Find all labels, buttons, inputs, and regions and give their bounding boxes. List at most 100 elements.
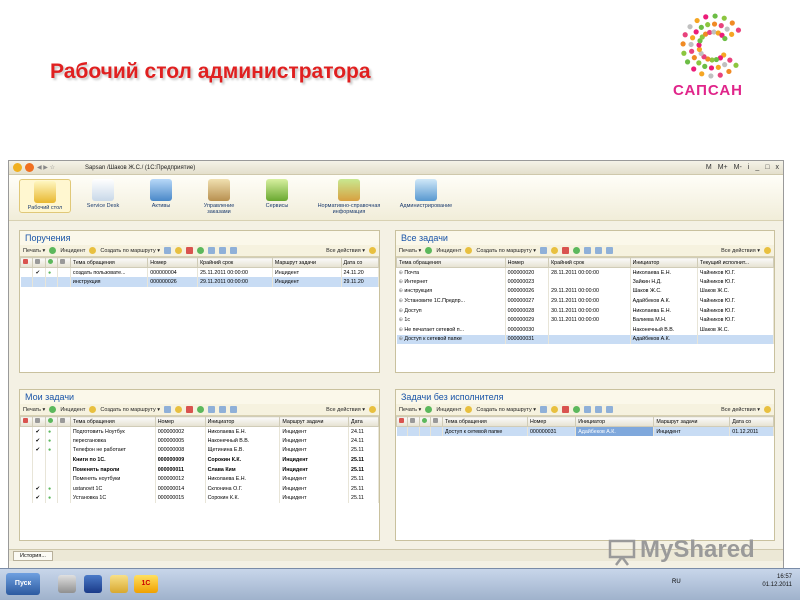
nav-arrows-icon[interactable]: ◀ ▶ ☆ (37, 164, 55, 171)
col-subject[interactable]: Тема обращения (441, 416, 528, 427)
col-number[interactable]: Номер (147, 257, 199, 268)
system-clock[interactable]: 16:57 01.12.2011 (762, 573, 792, 590)
table-row[interactable]: ✔ ● пересгановка 000000005 Наконечный В.В. Ин… (20, 436, 379, 446)
col-route[interactable]: Маршрут задачи (271, 257, 342, 268)
1c-app-icon[interactable]: 1С (134, 575, 158, 593)
table-row[interactable]: ⊕ Доступ 000000028 30.11.2011 00:00:00 Нико… (396, 305, 775, 316)
refresh-icon[interactable] (573, 406, 581, 413)
print-menu[interactable]: Печать ▾ (399, 248, 421, 254)
help-icon[interactable] (764, 247, 771, 254)
search-icon[interactable] (208, 247, 216, 254)
col-subject[interactable]: Тема обращения (69, 257, 149, 268)
col-flag[interactable] (19, 257, 34, 268)
col-executor[interactable]: Текущий исполнит... (696, 257, 775, 268)
section-reference[interactable]: Нормативно-справочная информация (309, 179, 389, 216)
table-row[interactable]: ⊕ Не печатает сетевой п... 000000030 Након… (396, 325, 775, 335)
create-by-route-menu[interactable]: Создать по маршруту ▾ (100, 248, 160, 254)
memory-plus-button[interactable]: M+ (718, 164, 728, 171)
col-flag[interactable] (19, 416, 34, 427)
explorer-icon[interactable] (110, 575, 128, 593)
edit-icon[interactable] (551, 406, 559, 413)
print-menu[interactable]: Печать ▾ (23, 407, 45, 413)
maximize-button[interactable]: □ (765, 164, 769, 171)
table-row[interactable]: ⊕ 1с 000000029 30.11.2011 00:00:00 Валиева … (396, 315, 775, 326)
find-icon[interactable] (219, 406, 227, 413)
table-row[interactable]: Поменять пароли 000000011 Слава Ким Инциден… (20, 464, 379, 475)
incident-button[interactable]: Инцидент (60, 407, 85, 413)
col-number[interactable]: Номер (504, 257, 550, 268)
search-icon[interactable] (208, 406, 216, 413)
all-actions-menu[interactable]: Все действия ▾ (721, 248, 760, 254)
table-row[interactable]: ✔ ● создать пользовате... 000000004 25.1… (20, 267, 380, 278)
start-button[interactable]: Пуск (6, 573, 40, 595)
server-manager-icon[interactable] (58, 575, 76, 593)
section-service-desk[interactable]: Service Desk (77, 179, 129, 209)
menu-icon[interactable] (25, 163, 34, 172)
all-actions-menu[interactable]: Все действия ▾ (326, 407, 365, 413)
table-row[interactable]: ⊕ Установите 1С.Предпр... 000000027 29.11.… (396, 296, 775, 306)
find-icon[interactable] (595, 247, 603, 254)
table-row[interactable]: ✔ ● ustanovit 1C 000000014 Склонина О.Г. Инци… (20, 484, 379, 494)
all-actions-menu[interactable]: Все действия ▾ (326, 248, 365, 254)
search-icon[interactable] (584, 247, 592, 254)
table-row[interactable]: ✔ ● Установка 1С 000000015 Сорокин К.К. Инцид… (20, 493, 379, 504)
add-icon[interactable] (540, 247, 548, 254)
col-task[interactable] (407, 416, 420, 427)
table-row[interactable]: Книги по 1С. 000000009 Сорокин К.К. Инциден… (20, 455, 379, 465)
help-icon[interactable] (764, 406, 771, 413)
help-icon[interactable] (369, 247, 376, 254)
memory-minus-button[interactable]: M- (734, 164, 742, 171)
filter-icon[interactable] (230, 247, 238, 254)
print-menu[interactable]: Печать ▾ (23, 248, 45, 254)
col-flag[interactable] (395, 416, 409, 427)
table-row[interactable]: ⊕ инструкция 000000026 29.11.2011 00:00:00… (396, 286, 775, 297)
col-route[interactable]: Маршрут задачи (279, 416, 349, 427)
section-desktop[interactable]: Рабочий стол (19, 179, 71, 214)
all-actions-menu[interactable]: Все действия ▾ (721, 407, 760, 413)
minimize-button[interactable]: _ (755, 164, 759, 171)
delete-icon[interactable] (562, 406, 570, 413)
section-services[interactable]: Сервисы (251, 179, 303, 209)
col-subject[interactable]: Тема обращения (69, 416, 156, 427)
table-row[interactable]: ✔ ● Подготовить Ноутбук 000000002 Николаева … (20, 426, 379, 437)
table-row[interactable]: ⊕ Доступ к сетевой папке 000000031 Адайбек… (396, 334, 775, 345)
edit-icon[interactable] (551, 247, 559, 254)
col-deadline[interactable]: Крайний срок (548, 257, 631, 268)
find-icon[interactable] (595, 406, 603, 413)
table-row[interactable]: Поменять ноутбуки 000000012 Николаева Е.Н.… (20, 474, 379, 485)
table-row[interactable]: Доступ к сетевой папке 000000031 Адайбеков… (396, 426, 774, 437)
filter-icon[interactable] (606, 406, 614, 413)
search-icon[interactable] (584, 406, 592, 413)
add-icon[interactable] (164, 247, 172, 254)
filter-icon[interactable] (606, 247, 614, 254)
edit-icon[interactable] (175, 247, 183, 254)
memory-button[interactable]: M (706, 164, 712, 171)
incident-button[interactable]: Инцидент (436, 407, 461, 413)
create-by-route-menu[interactable]: Создать по маршруту ▾ (100, 407, 160, 413)
info-button[interactable]: i (748, 164, 750, 171)
col-status[interactable] (44, 257, 59, 268)
history-button[interactable]: История... (13, 551, 53, 561)
col-date[interactable]: Дата (348, 416, 379, 427)
col-attach[interactable] (430, 416, 443, 427)
add-icon[interactable] (164, 406, 172, 413)
refresh-icon[interactable] (197, 247, 205, 254)
delete-icon[interactable] (562, 247, 570, 254)
col-attach[interactable] (57, 416, 71, 427)
section-assets[interactable]: Активы (135, 179, 187, 209)
help-icon[interactable] (369, 406, 376, 413)
col-task[interactable] (32, 257, 46, 268)
find-icon[interactable] (219, 247, 227, 254)
section-admin[interactable]: Администрирование (395, 179, 457, 209)
col-date[interactable]: Дата со (729, 416, 774, 427)
table-row[interactable]: инструкция 000000026 29.11.2011 00:00:00… (20, 277, 380, 287)
col-status[interactable] (44, 416, 59, 427)
create-by-route-menu[interactable]: Создать по маршруту ▾ (476, 248, 536, 254)
col-deadline[interactable]: Крайний срок (197, 257, 273, 268)
col-initiator[interactable]: Инициатор (204, 416, 281, 427)
delete-icon[interactable] (186, 406, 194, 413)
delete-icon[interactable] (186, 247, 194, 254)
create-by-route-menu[interactable]: Создать по маршруту ▾ (476, 407, 536, 413)
table-row[interactable]: ✔ ● Телефон не работает 000000008 Щетинина Е… (20, 445, 379, 456)
col-task[interactable] (32, 416, 46, 427)
